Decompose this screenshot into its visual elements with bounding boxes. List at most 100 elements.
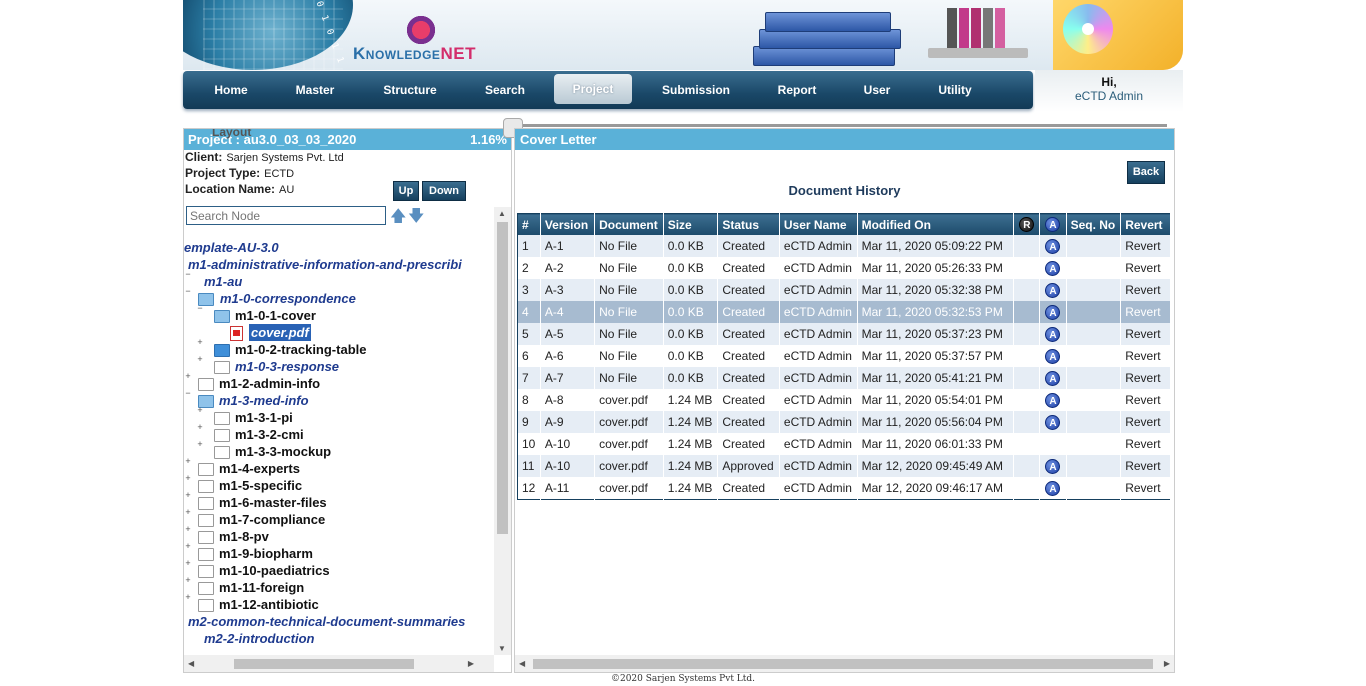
tree-node-selected[interactable]: cover.pdf: [249, 324, 311, 341]
expand-icon[interactable]: +: [196, 355, 204, 364]
history-horizontal-scrollbar[interactable]: ◀ ▶: [515, 655, 1174, 672]
expand-icon[interactable]: +: [196, 440, 204, 449]
scroll-up-icon[interactable]: ▲: [498, 209, 506, 218]
table-row[interactable]: 6 A-6 No File 0.0 KB Created eCTD Admin Mar 11…: [517, 345, 1171, 367]
nav-user[interactable]: User: [846, 71, 908, 109]
approve-icon[interactable]: A: [1045, 238, 1061, 254]
scroll-right-icon[interactable]: ▶: [1164, 659, 1170, 668]
revert-link[interactable]: Revert: [1120, 367, 1171, 389]
tree-node[interactable]: m1-3-med-info: [219, 392, 309, 409]
approve-icon[interactable]: A: [1045, 260, 1061, 276]
revert-link[interactable]: Revert: [1120, 323, 1171, 345]
expand-icon[interactable]: +: [196, 338, 204, 347]
revert-link[interactable]: Revert: [1120, 279, 1171, 301]
tree-node[interactable]: m1-5-specific: [219, 477, 302, 494]
tree-node[interactable]: m1-0-3-response: [235, 358, 339, 375]
tree-node[interactable]: m1-10-paediatrics: [219, 562, 330, 579]
expand-icon[interactable]: +: [184, 525, 192, 534]
tree-node[interactable]: emplate-AU-3.0: [184, 239, 279, 256]
revert-link[interactable]: Revert: [1120, 433, 1171, 455]
table-row[interactable]: 7 A-7 No File 0.0 KB Created eCTD Admin Mar 11…: [517, 367, 1171, 389]
approve-icon[interactable]: A: [1045, 370, 1061, 386]
scroll-left-icon[interactable]: ◀: [188, 659, 194, 668]
back-button[interactable]: Back: [1127, 161, 1165, 184]
scroll-right-icon[interactable]: ▶: [468, 659, 474, 668]
expand-icon[interactable]: +: [184, 576, 192, 585]
nav-utility[interactable]: Utility: [923, 71, 987, 109]
revert-link[interactable]: Revert: [1120, 345, 1171, 367]
expand-icon[interactable]: +: [184, 508, 192, 517]
collapse-icon[interactable]: −: [184, 287, 192, 296]
nav-search[interactable]: Search: [471, 71, 539, 109]
arrow-up-icon[interactable]: 🡅: [390, 209, 406, 225]
collapse-icon[interactable]: −: [184, 389, 192, 398]
tree-node[interactable]: m2-2-introduction: [204, 630, 315, 647]
tree-node[interactable]: m1-6-master-files: [219, 494, 327, 511]
approve-icon[interactable]: A: [1045, 480, 1061, 496]
tree-vertical-scrollbar[interactable]: ▲ ▼: [494, 207, 511, 655]
scroll-left-icon[interactable]: ◀: [519, 659, 525, 668]
nav-project[interactable]: Project: [554, 74, 632, 104]
revert-link[interactable]: Revert: [1120, 301, 1171, 323]
down-button[interactable]: Down: [422, 181, 466, 201]
expand-icon[interactable]: +: [184, 593, 192, 602]
tree-node[interactable]: m1-3-1-pi: [235, 409, 293, 426]
tree-node[interactable]: m1-administrative-information-and-prescr…: [188, 256, 462, 273]
expand-icon[interactable]: +: [184, 457, 192, 466]
tree-node[interactable]: m1-3-2-cmi: [235, 426, 304, 443]
tree-node[interactable]: m1-0-correspondence: [220, 290, 356, 307]
table-row[interactable]: 3 A-3 No File 0.0 KB Created eCTD Admin Mar 11…: [517, 279, 1171, 301]
scrollbar-thumb[interactable]: [497, 222, 508, 534]
tree-node[interactable]: m2-common-technical-document-summaries: [188, 613, 465, 630]
approve-icon[interactable]: A: [1045, 458, 1061, 474]
approve-icon[interactable]: A: [1045, 348, 1061, 364]
nav-submission[interactable]: Submission: [653, 71, 739, 109]
table-row[interactable]: 12 A-11 cover.pdf 1.24 MB Created eCTD Admin M…: [517, 477, 1171, 500]
nav-structure[interactable]: Structure: [371, 71, 449, 109]
expand-icon[interactable]: +: [184, 559, 192, 568]
scroll-down-icon[interactable]: ▼: [498, 644, 506, 653]
arrow-down-icon[interactable]: 🡇: [408, 209, 424, 225]
up-button[interactable]: Up: [393, 181, 419, 201]
expand-icon[interactable]: +: [196, 423, 204, 432]
expand-icon[interactable]: +: [184, 372, 192, 381]
table-row[interactable]: 2 A-2 No File 0.0 KB Created eCTD Admin Mar 11…: [517, 257, 1171, 279]
scrollbar-thumb[interactable]: [234, 659, 414, 669]
approve-icon[interactable]: A: [1045, 326, 1061, 342]
tree-node[interactable]: m1-3-3-mockup: [235, 443, 331, 460]
table-row[interactable]: 8 A-8 cover.pdf 1.24 MB Created eCTD Admin Mar…: [517, 389, 1171, 411]
nav-master[interactable]: Master: [281, 71, 349, 109]
tree-node[interactable]: m1-0-2-tracking-table: [235, 341, 366, 358]
revert-link[interactable]: Revert: [1120, 455, 1171, 477]
expand-icon[interactable]: +: [184, 491, 192, 500]
tree-node[interactable]: m1-12-antibiotic: [219, 596, 319, 613]
tree-node[interactable]: m1-8-pv: [219, 528, 269, 545]
knowledgenet-logo[interactable]: KnowledgeNET: [353, 44, 476, 64]
collapse-icon[interactable]: −: [184, 270, 192, 279]
expand-icon[interactable]: +: [184, 542, 192, 551]
tree-node[interactable]: m1-11-foreign: [219, 579, 304, 596]
revert-link[interactable]: Revert: [1120, 477, 1171, 500]
approve-icon[interactable]: A: [1045, 414, 1061, 430]
approve-icon[interactable]: A: [1045, 392, 1061, 408]
scrollbar-thumb[interactable]: [533, 659, 1153, 669]
revert-link[interactable]: Revert: [1120, 411, 1171, 433]
expand-icon[interactable]: +: [184, 474, 192, 483]
revert-link[interactable]: Revert: [1120, 235, 1171, 257]
table-row[interactable]: 9 A-9 cover.pdf 1.24 MB Created eCTD Admin Mar…: [517, 411, 1171, 433]
collapse-icon[interactable]: −: [196, 304, 204, 313]
tree-node[interactable]: m1-2-admin-info: [219, 375, 320, 392]
approve-icon[interactable]: A: [1045, 304, 1061, 320]
table-row[interactable]: 10 A-10 cover.pdf 1.24 MB Created eCTD Admin M…: [517, 433, 1171, 455]
tree-node[interactable]: m1-0-1-cover: [235, 307, 316, 324]
tree-node[interactable]: m1-9-biopharm: [219, 545, 313, 562]
nav-report[interactable]: Report: [763, 71, 831, 109]
nav-home[interactable]: Home: [197, 71, 265, 109]
table-row[interactable]: 11 A-10 cover.pdf 1.24 MB Approved eCTD Admin…: [517, 455, 1171, 477]
search-node-input[interactable]: [186, 206, 386, 225]
tree-node[interactable]: m1-4-experts: [219, 460, 300, 477]
revert-link[interactable]: Revert: [1120, 389, 1171, 411]
tree-horizontal-scrollbar[interactable]: ◀ ▶: [184, 655, 494, 672]
expand-icon[interactable]: +: [196, 406, 204, 415]
table-row[interactable]: 1 A-1 No File 0.0 KB Created eCTD Admin Mar 11…: [517, 235, 1171, 257]
